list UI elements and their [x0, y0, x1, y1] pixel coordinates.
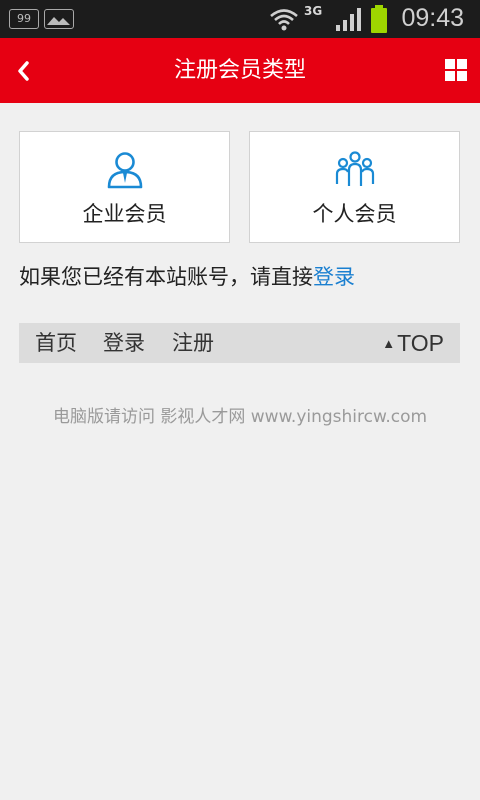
people-group-icon: [335, 151, 374, 186]
login-hint-text: 如果您已经有本站账号，请直接: [19, 265, 313, 289]
footer-nav-login[interactable]: 登录: [103, 323, 145, 363]
login-link[interactable]: 登录: [313, 265, 355, 289]
personal-member-label: 个人会员: [312, 202, 397, 226]
back-to-top-label: TOP: [397, 330, 444, 356]
personal-member-card[interactable]: 个人会员: [249, 131, 460, 243]
footer-nav: 首页 登录 注册 ▲TOP: [19, 323, 460, 363]
back-to-top-link[interactable]: ▲TOP: [382, 323, 444, 364]
triangle-up-icon: ▲: [382, 336, 396, 351]
footer-nav-register[interactable]: 注册: [172, 323, 214, 363]
grid-icon: [445, 59, 467, 81]
battery-icon: [371, 5, 387, 33]
back-button[interactable]: [4, 38, 44, 103]
page-title: 注册会员类型: [173, 58, 306, 83]
pc-version-note: 电脑版请访问 影视人才网 www.yingshircw.com: [52, 407, 428, 427]
wifi-icon: [270, 9, 298, 31]
enterprise-member-label: 企业会员: [82, 202, 167, 226]
notification-count-icon: 99: [9, 9, 39, 29]
clock: 09:43: [401, 4, 464, 32]
login-hint: 如果您已经有本站账号，请直接登录: [19, 260, 469, 294]
chevron-left-icon: [18, 60, 29, 81]
enterprise-member-card[interactable]: 企业会员: [19, 131, 230, 243]
signal-icon: [336, 8, 361, 31]
status-bar: 99 3G 09:43: [0, 0, 480, 38]
notification-count: 99: [17, 12, 31, 25]
image-icon: [44, 9, 74, 29]
app-bar: 注册会员类型: [0, 38, 480, 103]
footer-nav-home[interactable]: 首页: [35, 323, 77, 363]
network-type: 3G: [304, 4, 323, 18]
menu-button[interactable]: [440, 54, 472, 86]
business-user-icon: [107, 152, 142, 189]
